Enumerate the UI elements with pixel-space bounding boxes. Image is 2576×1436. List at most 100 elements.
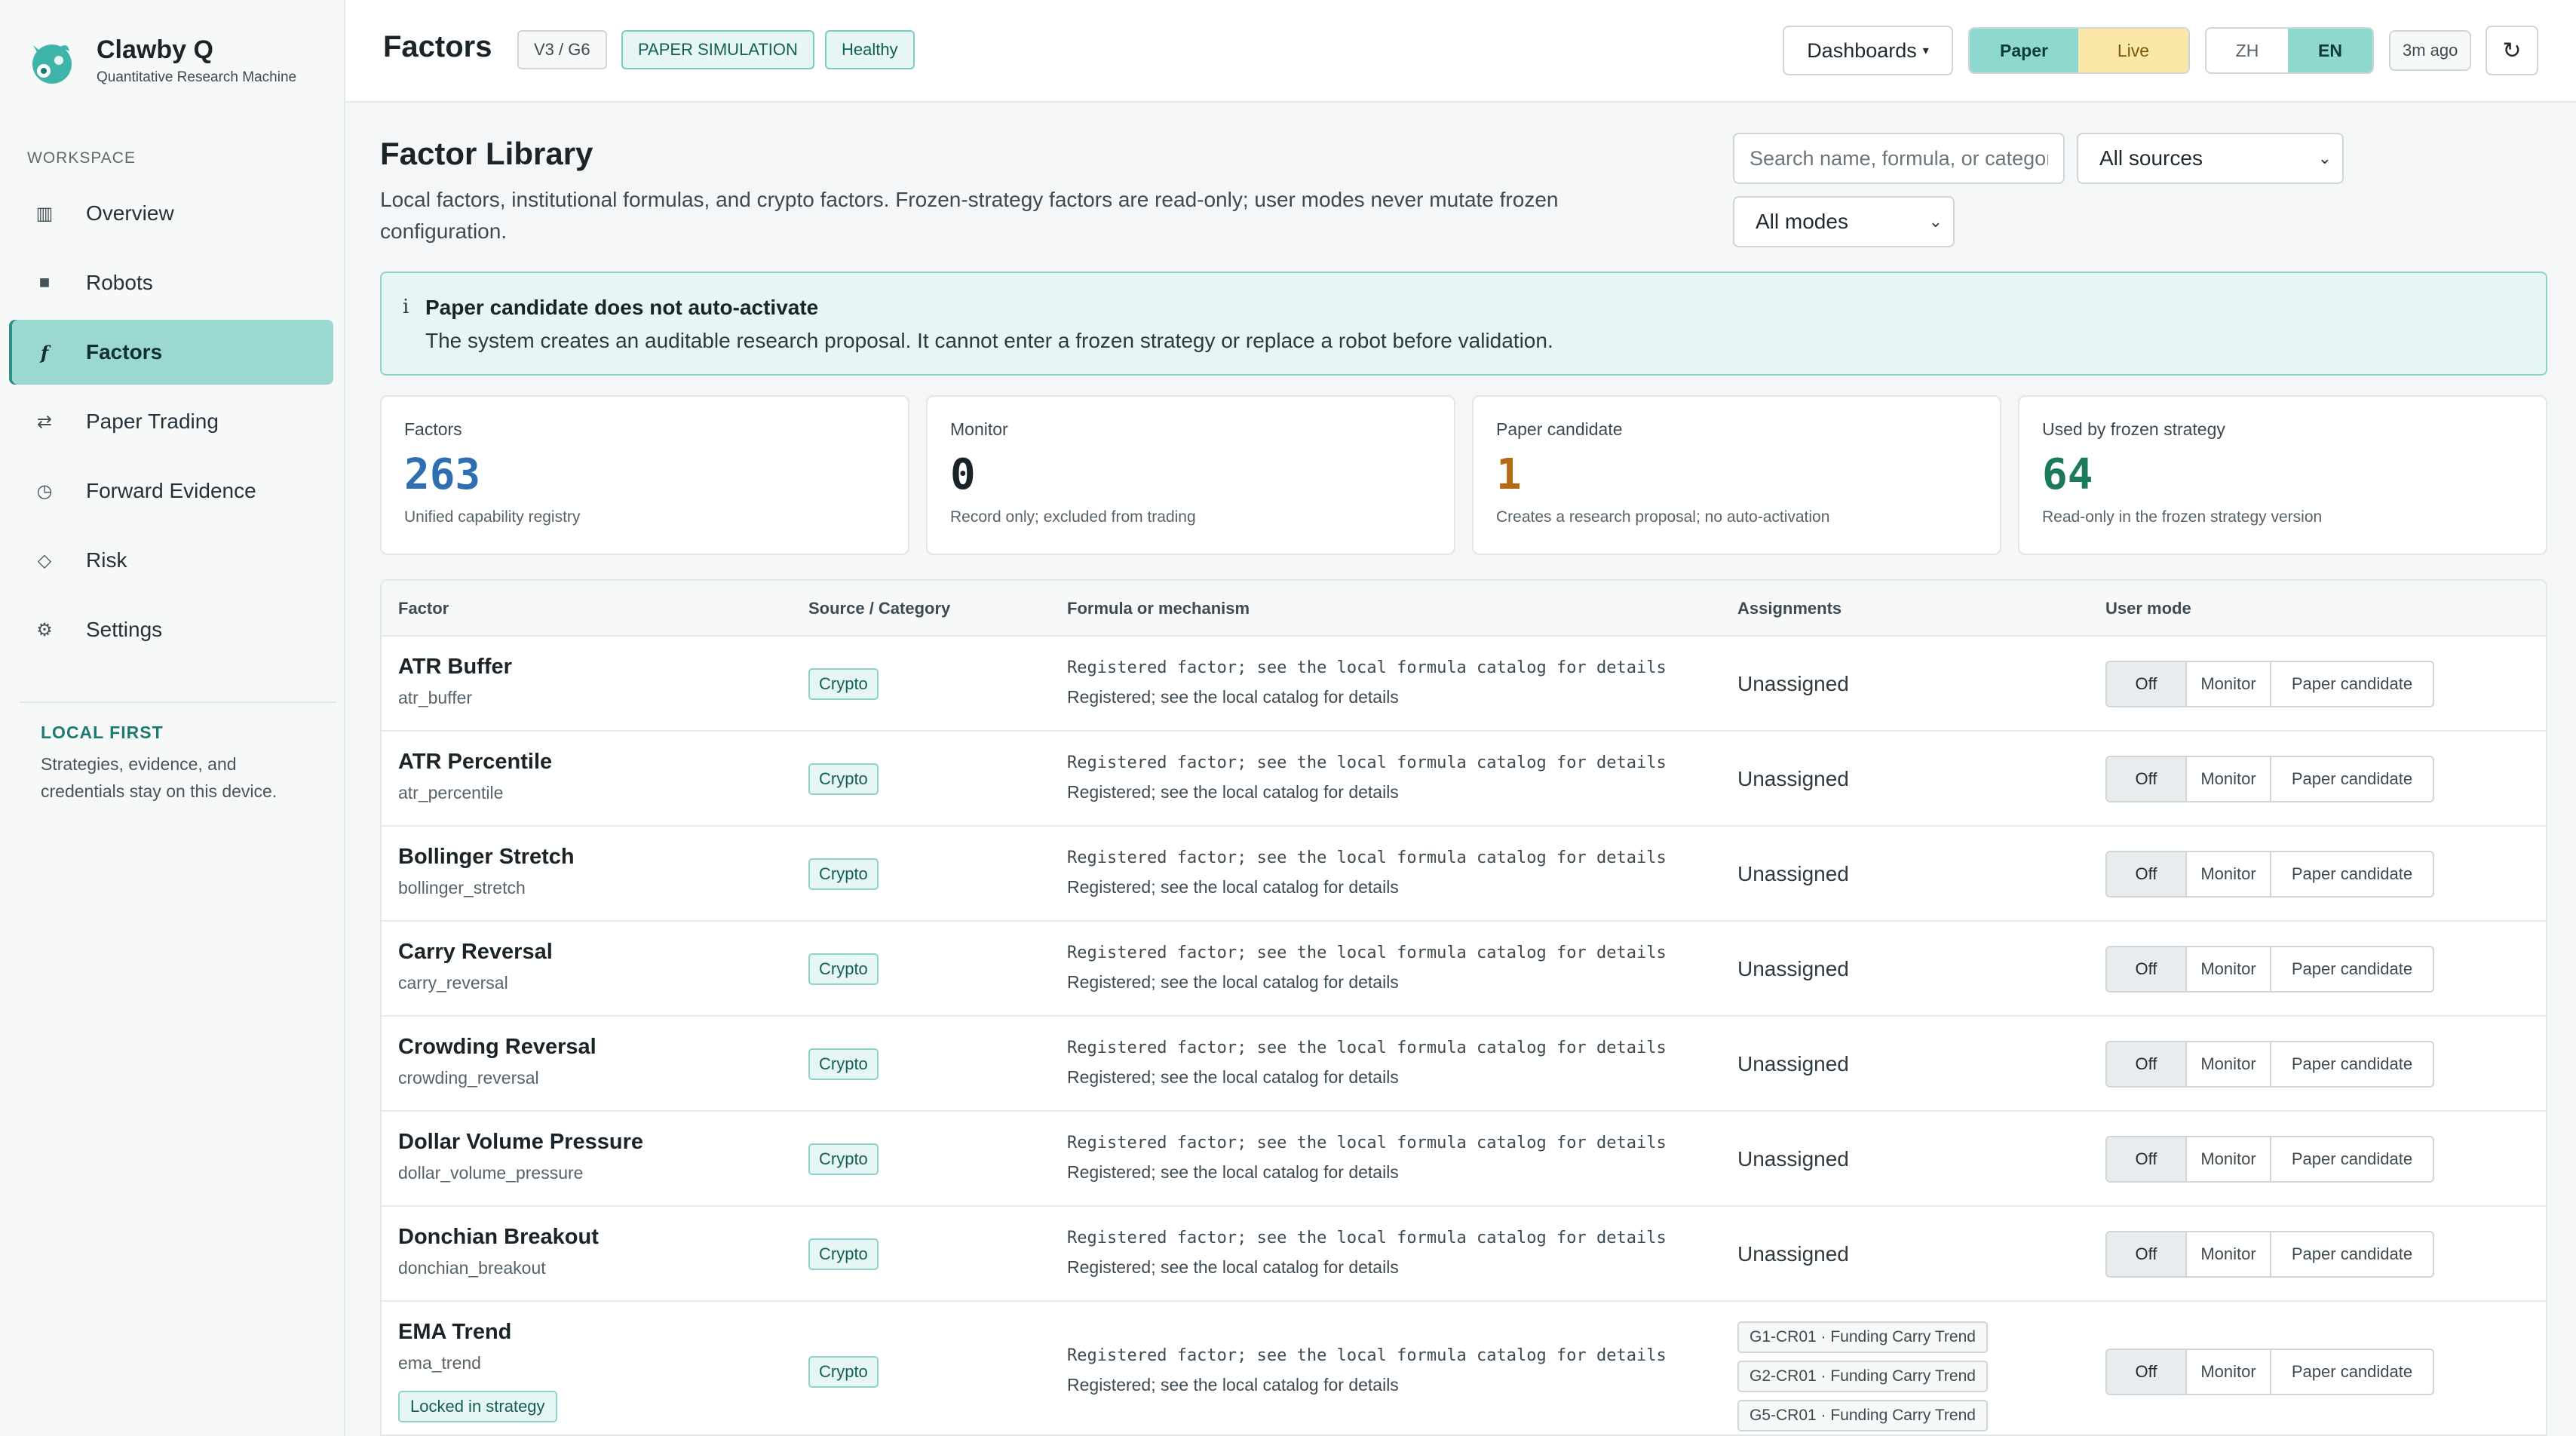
dashboards-label: Dashboards: [1807, 38, 1917, 62]
assignment-status: Unassigned: [1737, 957, 1849, 980]
mode-monitor-button[interactable]: Monitor: [2187, 1350, 2271, 1394]
mode-monitor-button[interactable]: Monitor: [2187, 1232, 2271, 1276]
mode-paper-candidate-button[interactable]: Paper candidate: [2271, 947, 2433, 991]
formula-text: Registered factor; see the local formula…: [1067, 848, 1667, 867]
sidebar-item-paper-trading[interactable]: ⇄ Paper Trading: [9, 389, 333, 454]
factor-id: atr_percentile: [398, 783, 504, 802]
source-filter-select[interactable]: All sources ⌄: [2077, 133, 2344, 184]
formula-text: Registered factor; see the local formula…: [1067, 1229, 1667, 1247]
brand-name: Clawby Q: [97, 35, 213, 64]
sidebar-item-forward-evidence[interactable]: ◷ Forward Evidence: [9, 459, 333, 523]
sidebar-nav: ▥ Overview ■ Robots f Factors ⇄ Paper Trading ◷ F…: [9, 181, 333, 667]
category-chip: Crypto: [808, 1356, 879, 1388]
stat-note: Creates a research proposal; no auto-act…: [1496, 508, 1830, 526]
mode-off-button[interactable]: Off: [2107, 852, 2187, 896]
assignment-tag[interactable]: G5-CR01 · Funding Carry Trend: [1737, 1400, 1988, 1431]
lang-zh-button[interactable]: ZH: [2206, 29, 2288, 72]
formula-text: Registered factor; see the local formula…: [1067, 658, 1667, 677]
formula-note: Registered; see the local catalog for de…: [1067, 1375, 1399, 1395]
lang-en-button[interactable]: EN: [2288, 29, 2372, 72]
mode-paper-candidate-button[interactable]: Paper candidate: [2271, 757, 2433, 801]
dashboards-dropdown[interactable]: Dashboards ▾: [1783, 26, 1953, 75]
stat-note: Read-only in the frozen strategy version: [2042, 508, 2323, 526]
mode-paper-candidate-button[interactable]: Paper candidate: [2271, 1350, 2433, 1394]
sidebar-item-label: Robots: [86, 271, 153, 294]
env-paper-button[interactable]: Paper: [1970, 29, 2078, 72]
mode-monitor-button[interactable]: Monitor: [2187, 1137, 2271, 1181]
assignment-tag[interactable]: G1-CR01 · Funding Carry Trend: [1737, 1321, 1988, 1353]
table-body: ATR Buffer atr_buffer Crypto Registered fac…: [382, 637, 2546, 1434]
user-mode-toggle: Off Monitor Paper candidate: [2105, 1136, 2434, 1183]
source-filter-value: All sources: [2099, 146, 2203, 170]
mode-monitor-button[interactable]: Monitor: [2187, 1042, 2271, 1086]
factor-name: ATR Percentile: [398, 750, 553, 774]
sidebar-item-overview[interactable]: ▥ Overview: [9, 181, 333, 246]
assignment-status: Unassigned: [1737, 1147, 1849, 1171]
clock-icon: ◷: [36, 480, 53, 502]
mode-off-button[interactable]: Off: [2107, 947, 2187, 991]
mode-paper-candidate-button[interactable]: Paper candidate: [2271, 662, 2433, 706]
mode-off-button[interactable]: Off: [2107, 1350, 2187, 1394]
chevron-down-icon: ▾: [1922, 44, 1929, 57]
factor-id: bollinger_stretch: [398, 878, 526, 898]
formula-note: Registered; see the local catalog for de…: [1067, 687, 1399, 707]
user-mode-toggle: Off Monitor Paper candidate: [2105, 946, 2434, 993]
mode-paper-candidate-button[interactable]: Paper candidate: [2271, 852, 2433, 896]
mode-monitor-button[interactable]: Monitor: [2187, 852, 2271, 896]
category-chip: Crypto: [808, 1048, 879, 1080]
mode-filter-select[interactable]: All modes ⌄: [1733, 196, 1955, 247]
factor-name: ATR Buffer: [398, 655, 512, 679]
table-row: ATR Buffer atr_buffer Crypto Registered fac…: [382, 637, 2546, 732]
table-row: Bollinger Stretch bollinger_stretch Crypto…: [382, 827, 2546, 922]
sidebar-item-settings[interactable]: ⚙ Settings: [9, 597, 333, 662]
factor-name: Donchian Breakout: [398, 1225, 599, 1249]
mode-off-button[interactable]: Off: [2107, 757, 2187, 801]
user-mode-toggle: Off Monitor Paper candidate: [2105, 851, 2434, 898]
factor-name: Crowding Reversal: [398, 1035, 596, 1059]
search-input[interactable]: [1733, 133, 2065, 184]
env-live-button[interactable]: Live: [2078, 29, 2188, 72]
category-chip: Crypto: [808, 1143, 879, 1175]
formula-text: Registered factor; see the local formula…: [1067, 753, 1667, 772]
mode-off-button[interactable]: Off: [2107, 1042, 2187, 1086]
category-chip: Crypto: [808, 668, 879, 700]
gear-icon: ⚙: [36, 619, 53, 640]
formula-text: Registered factor; see the local formula…: [1067, 1346, 1667, 1365]
mode-paper-candidate-button[interactable]: Paper candidate: [2271, 1232, 2433, 1276]
factor-table: Factor Source / Category Formula or mech…: [380, 579, 2547, 1436]
sidebar-item-label: Factors: [86, 340, 163, 364]
category-chip: Crypto: [808, 953, 879, 985]
sidebar-item-risk[interactable]: ◇ Risk: [9, 528, 333, 593]
grid-icon: ▥: [35, 203, 54, 224]
sidebar-item-label: Forward Evidence: [86, 479, 256, 502]
user-mode-toggle: Off Monitor Paper candidate: [2105, 1041, 2434, 1088]
robot-icon: ■: [38, 272, 51, 293]
local-first-title: LOCAL FIRST: [41, 723, 164, 742]
alert-title: Paper candidate does not auto-activate: [425, 296, 819, 319]
column-header: Assignments: [1737, 599, 1842, 618]
refresh-button[interactable]: ↻: [2486, 26, 2538, 75]
mode-monitor-button[interactable]: Monitor: [2187, 947, 2271, 991]
stat-value: 1: [1496, 450, 1522, 499]
assignment-tag[interactable]: G2-CR01 · Funding Carry Trend: [1737, 1361, 1988, 1392]
factor-id: carry_reversal: [398, 973, 508, 993]
mode-monitor-button[interactable]: Monitor: [2187, 662, 2271, 706]
mode-paper-candidate-button[interactable]: Paper candidate: [2271, 1042, 2433, 1086]
mode-paper-candidate-button[interactable]: Paper candidate: [2271, 1137, 2433, 1181]
mode-off-button[interactable]: Off: [2107, 1232, 2187, 1276]
mode-off-button[interactable]: Off: [2107, 662, 2187, 706]
factor-name: EMA Trend: [398, 1320, 512, 1344]
locked-badge: Locked in strategy: [398, 1391, 557, 1422]
table-row: Carry Reversal carry_reversal Crypto Regist…: [382, 922, 2546, 1017]
sidebar-item-factors[interactable]: f Factors: [9, 320, 333, 385]
formula-text: Registered factor; see the local formula…: [1067, 1039, 1667, 1057]
mode-monitor-button[interactable]: Monitor: [2187, 757, 2271, 801]
mode-off-button[interactable]: Off: [2107, 1137, 2187, 1181]
formula-note: Registered; see the local catalog for de…: [1067, 1162, 1399, 1182]
chevron-down-icon: ⌄: [1928, 212, 1943, 231]
sidebar-item-robots[interactable]: ■ Robots: [9, 250, 333, 315]
brand[interactable]: Clawby Q Quantitative Research Machine: [27, 33, 296, 87]
assignment-tags: G1-CR01 · Funding Carry Trend G2-CR01 · F…: [1737, 1321, 1988, 1434]
formula-text: Registered factor; see the local formula…: [1067, 1134, 1667, 1152]
assignment-status: Unassigned: [1737, 672, 1849, 695]
